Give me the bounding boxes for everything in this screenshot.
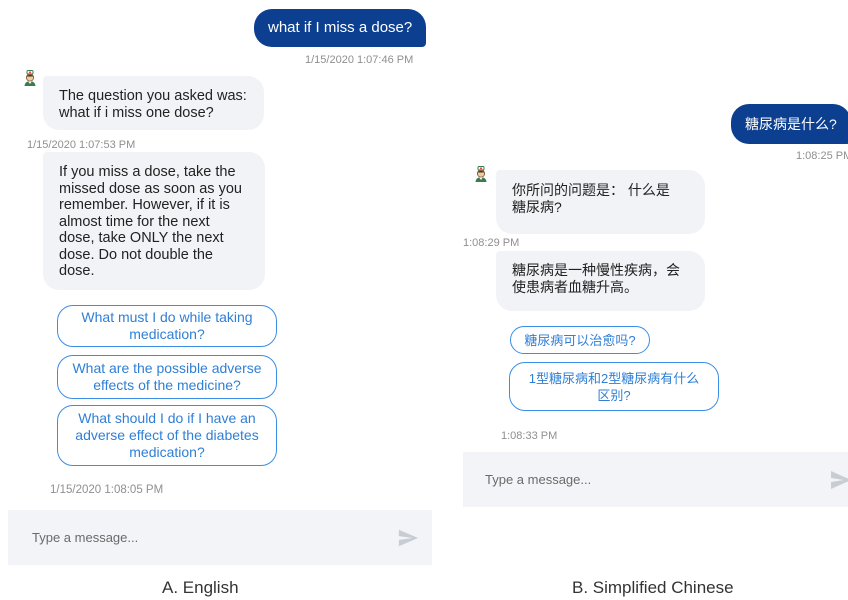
doctor-avatar-icon bbox=[473, 166, 489, 182]
caption-chinese: B. Simplified Chinese bbox=[572, 578, 734, 597]
send-icon[interactable] bbox=[830, 469, 848, 491]
message-input[interactable] bbox=[30, 529, 334, 546]
user-message-timestamp: 1:08:25 PM bbox=[796, 150, 848, 162]
bot-restated-question-bubble: The question you asked was: what if i mi… bbox=[43, 76, 264, 130]
user-message-text: what if I miss a dose? bbox=[268, 19, 413, 36]
bot-answer-text: If you miss a dose, take the missed dose… bbox=[59, 164, 242, 279]
suggestion-label: 1型糖尿病和2型糖尿病有什么区别? bbox=[528, 370, 700, 403]
caption-english: A. English bbox=[162, 578, 239, 597]
suggestion-label: What are the possible adverse effects of… bbox=[72, 360, 262, 393]
suggestion-button[interactable]: 1型糖尿病和2型糖尿病有什么区别? bbox=[509, 362, 719, 411]
message-composer bbox=[463, 452, 848, 507]
bot-restated-question-bubble: 你所问的问题是： 什么是糖尿病? bbox=[496, 170, 705, 234]
suggestion-label: 糖尿病可以治愈吗? bbox=[524, 332, 636, 348]
bot-message-timestamp: 1:08:29 PM bbox=[463, 237, 520, 249]
suggestions-timestamp: 1/15/2020 1:08:05 PM bbox=[50, 484, 164, 496]
bot-message-timestamp: 1/15/2020 1:07:53 PM bbox=[27, 139, 136, 151]
suggestion-button[interactable]: 糖尿病可以治愈吗? bbox=[510, 326, 650, 354]
bot-restated-question-text: The question you asked was: what if i mi… bbox=[59, 88, 247, 121]
english-chat-panel: what if I miss a dose? 1/15/2020 1:07:46… bbox=[8, 0, 432, 565]
bot-answer-bubble: 糖尿病是一种慢性疾病，会使患病者血糖升高。 bbox=[496, 251, 705, 311]
suggestion-label: What must I do while taking medication? bbox=[81, 309, 253, 342]
user-message-text: 糖尿病是什么? bbox=[745, 116, 837, 132]
user-message-bubble: what if I miss a dose? bbox=[254, 9, 427, 47]
message-input[interactable] bbox=[483, 471, 747, 488]
bot-answer-bubble: If you miss a dose, take the missed dose… bbox=[43, 152, 265, 290]
message-composer bbox=[8, 510, 432, 565]
user-message-bubble: 糖尿病是什么? bbox=[731, 104, 848, 144]
suggestion-button[interactable]: What are the possible adverse effects of… bbox=[57, 355, 277, 399]
suggestion-label: What should I do if I have an adverse ef… bbox=[75, 410, 259, 460]
suggestions-timestamp: 1:08:33 PM bbox=[501, 430, 558, 442]
bot-restated-question-text: 你所问的问题是： 什么是糖尿病? bbox=[512, 182, 670, 215]
chinese-chat-panel: 糖尿病是什么? 1:08:25 PM 你所问的问题是： 什么是糖尿病? 1:08… bbox=[463, 88, 848, 507]
user-message-timestamp: 1/15/2020 1:07:46 PM bbox=[305, 54, 414, 66]
suggestion-button[interactable]: What should I do if I have an adverse ef… bbox=[57, 405, 277, 466]
send-icon[interactable] bbox=[396, 527, 420, 549]
doctor-avatar-icon bbox=[22, 70, 38, 86]
bot-answer-text: 糖尿病是一种慢性疾病，会使患病者血糖升高。 bbox=[512, 262, 680, 295]
suggestion-button[interactable]: What must I do while taking medication? bbox=[57, 305, 277, 347]
